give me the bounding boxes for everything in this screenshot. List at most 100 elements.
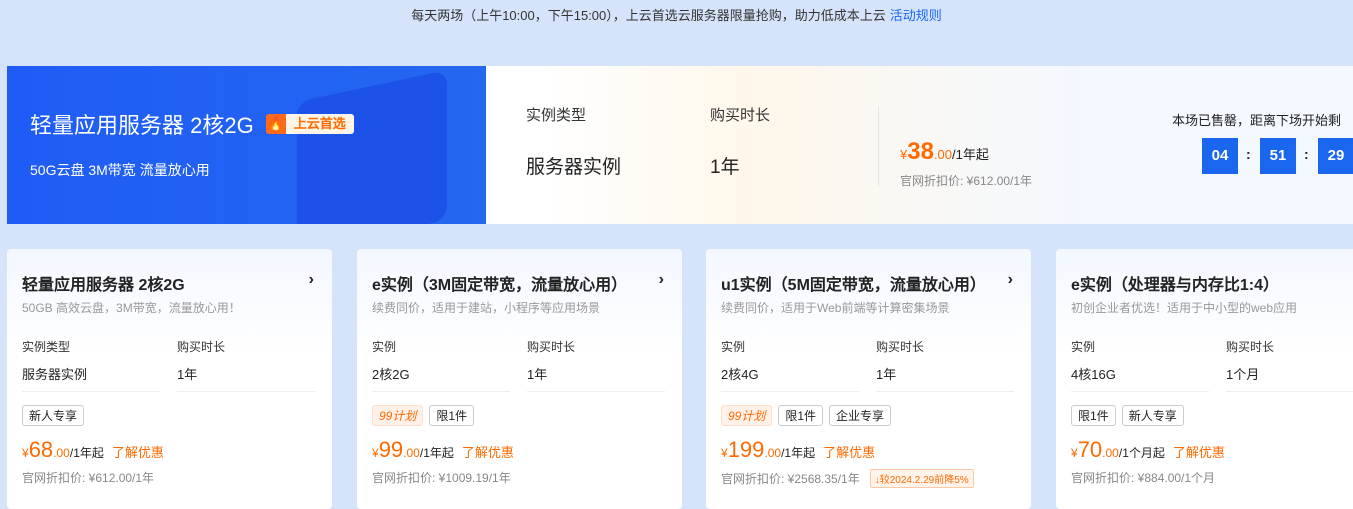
featured-orig-price: 官网折扣价: ¥612.00/1年: [900, 174, 1033, 188]
duration-label: 购买时长: [876, 340, 925, 354]
price-dec: .00: [764, 446, 782, 460]
spec-label: 实例: [721, 340, 746, 354]
featured-price: ¥38.00/1年起: [900, 138, 989, 166]
currency: ¥: [372, 446, 379, 460]
chevron-right-icon[interactable]: ›: [1008, 271, 1013, 289]
duration-value[interactable]: 1年: [710, 152, 740, 179]
orig-price: 官网折扣价: ¥612.00/1年: [22, 471, 155, 485]
price-unit: /1个月起: [1118, 446, 1165, 460]
duration-label: 购买时长: [1226, 340, 1275, 354]
duration-label: 购买时长: [710, 107, 771, 124]
product-card[interactable]: e实例（处理器与内存比1:4） › 初创企业者优选！适用于中小型的web应用 实…: [1056, 249, 1353, 509]
currency: ¥: [22, 446, 29, 460]
price-int: 199: [727, 437, 765, 462]
fire-icon: 🔥: [265, 114, 286, 134]
currency: ¥: [1071, 446, 1078, 460]
rules-link[interactable]: 活动规则: [890, 8, 942, 23]
spec-label: 实例: [372, 340, 397, 354]
currency: ¥: [721, 446, 728, 460]
tag: 99计划: [372, 405, 424, 426]
badge-text: 上云首选: [285, 114, 354, 134]
orig-price-row: 官网折扣价: ¥1009.19/1年: [372, 469, 511, 486]
card-desc: 续费同价，适用于Web前端等计算密集场景: [721, 301, 950, 315]
tag: 限1件: [778, 405, 824, 426]
spec-label: 实例类型: [22, 340, 71, 354]
price-unit: /1年起: [952, 147, 989, 162]
price-int: 68: [28, 437, 54, 462]
duration-value[interactable]: 1年: [527, 364, 665, 392]
card-price: ¥99.00/1年起 了解优惠: [372, 437, 514, 463]
divider: [878, 106, 879, 186]
chevron-right-icon[interactable]: ›: [659, 271, 664, 289]
product-card[interactable]: e实例（3M固定带宽，流量放心用） › 续费同价，适用于建站，小程序等应用场景 …: [357, 249, 682, 509]
colon: :: [1246, 146, 1251, 162]
card-title[interactable]: 轻量应用服务器 2核2G: [22, 271, 185, 295]
tag-list: 限1件 新人专享: [1071, 405, 1184, 426]
featured-offer: 轻量应用服务器 2核2G 🔥 上云首选 50G云盘 3M带宽 流量放心用 实例类型…: [7, 66, 1353, 224]
learn-more-link[interactable]: 了解优惠: [1173, 445, 1225, 460]
type-value[interactable]: 服务器实例: [526, 152, 621, 179]
tag-list: 99计划 限1件: [372, 405, 475, 426]
price-unit: /1年起: [69, 446, 104, 460]
orig-price: 官网折扣价: ¥1009.19/1年: [372, 471, 511, 485]
learn-more-link[interactable]: 了解优惠: [462, 445, 514, 460]
price-int: 99: [378, 437, 404, 462]
hot-badge: 🔥 上云首选: [265, 114, 354, 134]
tag: 新人专享: [22, 405, 85, 426]
price-unit: /1年起: [419, 446, 454, 460]
chevron-right-icon[interactable]: ›: [309, 271, 314, 289]
product-card[interactable]: 轻量应用服务器 2核2G › 50GB 高效云盘，3M带宽，流量放心用！ 实例类…: [7, 249, 332, 509]
orig-price-row: 官网折扣价: ¥612.00/1年: [22, 469, 154, 486]
spec-value[interactable]: 服务器实例: [22, 364, 160, 392]
promo-banner: 每天两场（上午10:00，下午15:00），上云首选云服务器限量抢购，助力低成本…: [0, 5, 1353, 24]
price-dec: .00: [403, 446, 420, 460]
duration-value[interactable]: 1个月: [1226, 364, 1353, 392]
tag: 限1件: [429, 405, 475, 426]
countdown-minutes: 51: [1260, 138, 1296, 174]
duration-label: 购买时长: [177, 340, 226, 354]
price-int: 70: [1077, 437, 1103, 462]
tag: 限1件: [1071, 405, 1116, 426]
spec-value[interactable]: 2核2G: [372, 364, 510, 392]
card-title[interactable]: e实例（处理器与内存比1:4）: [1071, 271, 1279, 295]
price-unit: /1年起: [781, 446, 816, 460]
duration-value[interactable]: 1年: [177, 364, 315, 392]
price-int: 38: [907, 138, 934, 165]
learn-more-link[interactable]: 了解优惠: [823, 445, 875, 460]
price-dec: .00: [53, 446, 70, 460]
learn-more-link[interactable]: 了解优惠: [112, 445, 164, 460]
tag: 99计划: [721, 405, 773, 426]
card-title[interactable]: e实例（3M固定带宽，流量放心用）: [372, 271, 627, 295]
server-illustration: [297, 70, 447, 224]
card-desc: 续费同价，适用于建站，小程序等应用场景: [372, 301, 601, 315]
duration-label: 购买时长: [527, 340, 576, 354]
tag: 新人专享: [1121, 405, 1184, 426]
orig-price: 官网折扣价: ¥2568.35/1年: [721, 472, 860, 486]
orig-price-row: 官网折扣价: ¥2568.35/1年 ↓较2024.2.29前降5%: [721, 469, 974, 488]
card-title[interactable]: u1实例（5M固定带宽，流量放心用）: [721, 271, 986, 295]
colon: :: [1304, 146, 1309, 162]
card-desc: 50GB 高效云盘，3M带宽，流量放心用！: [22, 301, 241, 315]
price-drop-text: 较2024.2.29前降5%: [879, 475, 969, 486]
featured-title: 轻量应用服务器 2核2G 🔥 上云首选: [30, 108, 354, 140]
duration-value[interactable]: 1年: [876, 364, 1014, 392]
featured-banner: 轻量应用服务器 2核2G 🔥 上云首选 50G云盘 3M带宽 流量放心用: [7, 66, 486, 224]
spec-value[interactable]: 2核4G: [721, 364, 859, 392]
promo-text: 每天两场（上午10:00，下午15:00），上云首选云服务器限量抢购，助力低成本…: [411, 8, 886, 23]
featured-subtitle: 50G云盘 3M带宽 流量放心用: [30, 162, 210, 178]
tag-list: 99计划 限1件 企业专享: [721, 405, 892, 426]
card-price: ¥68.00/1年起 了解优惠: [22, 437, 164, 463]
product-card[interactable]: u1实例（5M固定带宽，流量放心用） › 续费同价，适用于Web前端等计算密集场…: [706, 249, 1031, 509]
price-dec: .00: [933, 147, 953, 162]
price-drop-badge: ↓较2024.2.29前降5%: [869, 469, 974, 488]
sold-out-text: 本场已售罄，距离下场开始剩: [1172, 113, 1342, 128]
tag-list: 新人专享: [22, 405, 85, 426]
countdown-seconds: 29: [1318, 138, 1353, 174]
card-price: ¥199.00/1年起 了解优惠: [721, 437, 875, 463]
card-desc: 初创企业者优选！适用于中小型的web应用: [1071, 301, 1298, 315]
tag: 企业专享: [829, 405, 892, 426]
countdown-hours: 04: [1202, 138, 1238, 174]
spec-value[interactable]: 4核16G: [1071, 364, 1209, 392]
featured-title-text: 轻量应用服务器 2核2G: [30, 113, 254, 138]
card-price: ¥70.00/1个月起 了解优惠: [1071, 437, 1225, 463]
